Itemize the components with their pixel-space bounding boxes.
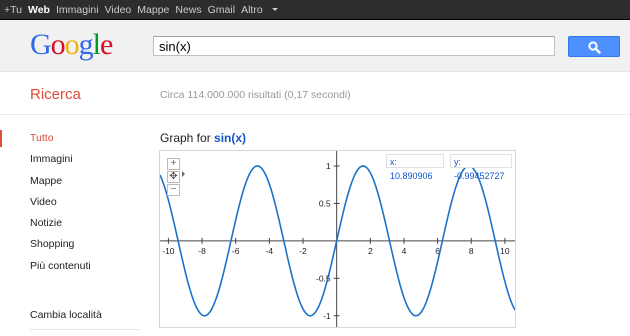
top-nav-links: +Tu Web Immagini Video Mappe News Gmail … [4,0,284,19]
logo-letter: e [100,28,113,61]
leftnav-item-news[interactable]: Notizie [0,213,140,234]
leftnav-item-maps[interactable]: Mappe [0,171,140,192]
change-location-link[interactable]: Cambia località [30,309,102,321]
left-navigation: Tutto Immagini Mappe Video Notizie Shopp… [0,128,140,277]
topnav-link-plus-tu[interactable]: +Tu [4,4,22,16]
y-tick-label: -1 [323,311,331,321]
leftnav-item-shopping[interactable]: Shopping [0,234,140,255]
chevron-down-icon [271,8,278,12]
zoom-controls: + ✥ − [167,158,185,197]
topnav-link-maps[interactable]: Mappe [137,4,169,16]
graph-title: Graph for sin(x) [160,131,246,145]
search-button[interactable] [568,36,620,57]
x-tick-label: 8 [469,246,474,256]
search-input[interactable] [159,38,549,55]
y-coordinate-readout: y: -0.99452727 [450,154,512,181]
graph-title-prefix: Graph for [160,131,211,145]
zoom-out-button[interactable]: − [167,184,180,196]
leftnav-item-images[interactable]: Immagini [0,149,140,170]
zoom-in-button[interactable]: + [167,158,180,170]
topnav-link-news[interactable]: News [175,4,201,16]
y-tick-label: 1 [326,161,331,171]
function-graph[interactable]: -10 -8 -6 -4 -2 2 4 6 8 10 1 0.5 -0.5 -1 + ✥ − x: 10.… [159,150,516,328]
magnifier-icon [588,41,601,54]
logo-letter: G [30,28,52,61]
topnav-more-label: Altro [241,3,263,16]
result-stats: Circa 114.000.000 risultati (0,17 second… [160,89,351,101]
graph-title-query[interactable]: sin(x) [214,131,246,145]
logo-letter: o [64,28,80,61]
topnav-link-gmail[interactable]: Gmail [208,4,235,16]
pan-icon[interactable]: ✥ [167,171,180,183]
logo-letter: o [50,28,66,61]
y-tick-label: 0.5 [319,198,331,208]
x-tick-label: -4 [266,246,274,256]
x-tick-label: 10 [500,246,510,256]
search-section-label: Ricerca [30,86,81,103]
x-coordinate-readout: x: 10.890906 [386,154,444,181]
divider [0,114,630,115]
logo-letter: g [78,28,94,61]
topnav-link-images[interactable]: Immagini [56,4,99,16]
x-tick-label: 4 [402,246,407,256]
leftnav-item-all[interactable]: Tutto [0,128,140,149]
search-box[interactable] [153,36,555,56]
x-tick-label: 2 [368,246,373,256]
topnav-link-more[interactable]: Altro [241,4,278,16]
x-tick-label: -10 [162,246,175,256]
top-navigation-bar: +Tu Web Immagini Video Mappe News Gmail … [0,0,630,20]
topnav-link-web[interactable]: Web [28,4,50,16]
chevron-right-icon[interactable] [182,171,185,177]
logo-letter: l [92,28,101,61]
x-tick-label: -2 [299,246,307,256]
search-header: Google [0,20,630,72]
divider [30,329,140,330]
leftnav-item-more[interactable]: Più contenuti [0,256,140,277]
google-logo[interactable]: Google [30,28,113,62]
leftnav-item-video[interactable]: Video [0,192,140,213]
topnav-link-video[interactable]: Video [105,4,132,16]
x-tick-label: -6 [232,246,240,256]
x-tick-label: -8 [198,246,206,256]
